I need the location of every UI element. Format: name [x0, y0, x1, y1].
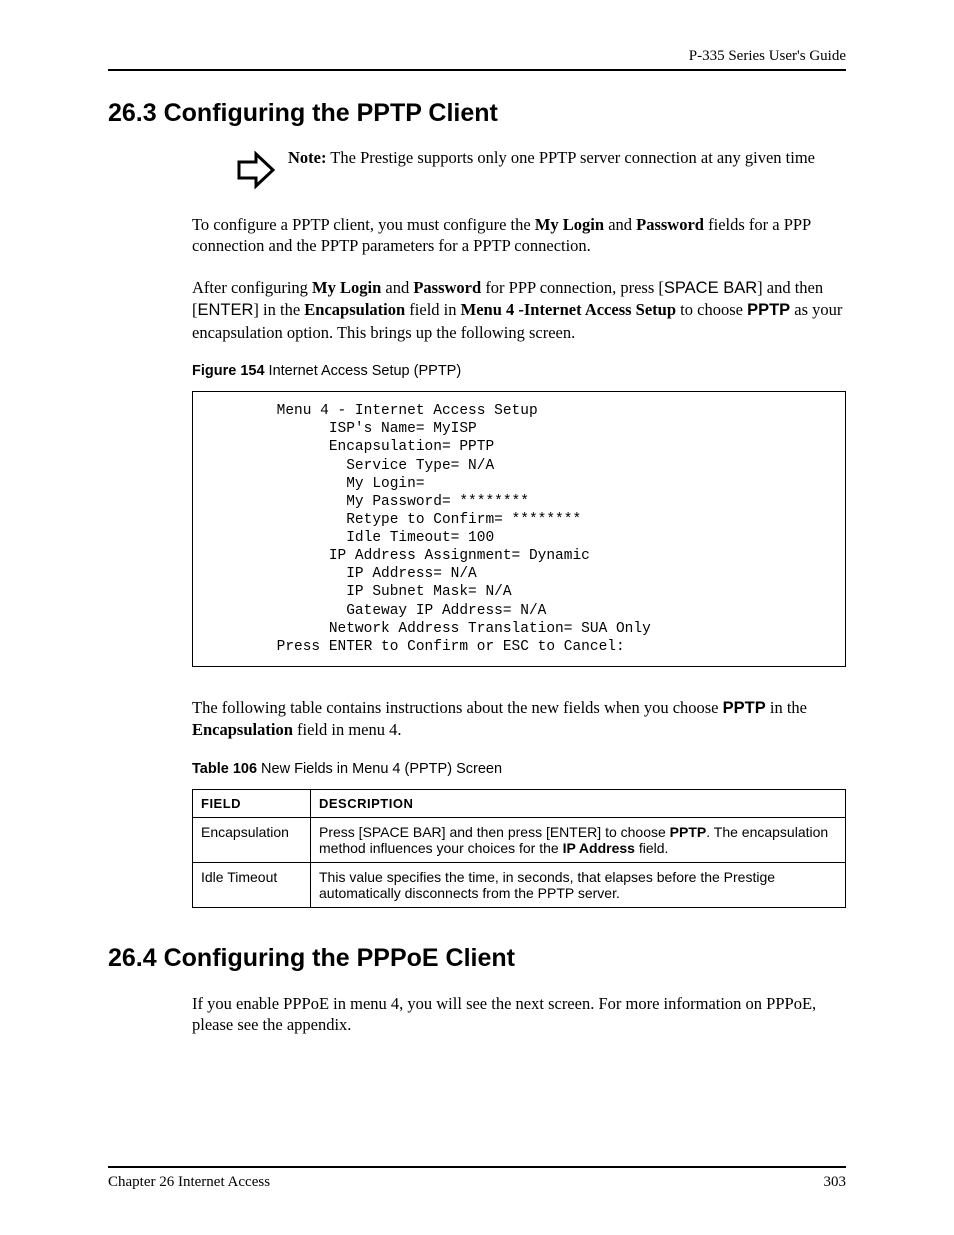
table-head-row: FIELD DESCRIPTION [193, 789, 846, 817]
para-config-pptp-2: After configuring My Login and Password … [192, 277, 846, 343]
keycap: SPACE BAR [664, 279, 757, 297]
footer-rule [108, 1166, 846, 1168]
menu-4-pptp-screen: Menu 4 - Internet Access Setup ISP's Nam… [192, 391, 846, 667]
cell-description: Press [SPACE BAR] and then press [ENTER]… [311, 817, 846, 862]
bold: Password [636, 215, 704, 234]
text: and [381, 278, 413, 297]
bold: PPTP [670, 824, 707, 840]
text: field in menu 4. [293, 720, 402, 739]
cell-field: Encapsulation [193, 817, 311, 862]
bold: Password [413, 278, 481, 297]
table-number: Table 106 [192, 761, 257, 777]
bold: My Login [312, 278, 381, 297]
text: After configuring [192, 278, 312, 297]
page-footer: Chapter 26 Internet Access 303 [108, 1166, 846, 1191]
text: To configure a PPTP client, you must con… [192, 215, 535, 234]
para-pppoe-intro: If you enable PPPoE in menu 4, you will … [192, 993, 846, 1036]
bold: Menu 4 -Internet Access Setup [461, 300, 676, 319]
note-body: The Prestige supports only one PPTP serv… [326, 148, 815, 167]
bold: Encapsulation [304, 300, 405, 319]
figure-caption: Internet Access Setup (PPTP) [265, 363, 462, 379]
bold: PPTP [723, 699, 766, 717]
text: The following table contains instruction… [192, 698, 723, 717]
header-rule [108, 69, 846, 71]
figure-154-label: Figure 154 Internet Access Setup (PPTP) [192, 363, 846, 379]
note-text: Note: The Prestige supports only one PPT… [288, 148, 815, 169]
footer-chapter: Chapter 26 Internet Access [108, 1174, 270, 1191]
table-106-label: Table 106 New Fields in Menu 4 (PPTP) Sc… [192, 761, 846, 777]
text: field in [405, 300, 460, 319]
th-description: DESCRIPTION [311, 789, 846, 817]
bold: My Login [535, 215, 604, 234]
text: to choose [676, 300, 747, 319]
para-config-pptp-1: To configure a PPTP client, you must con… [192, 214, 846, 257]
para-table-intro: The following table contains instruction… [192, 697, 846, 741]
header-guide-title: P-335 Series User's Guide [108, 48, 846, 65]
footer-page-number: 303 [824, 1174, 847, 1191]
bold: PPTP [747, 301, 790, 319]
table-row: Encapsulation Press [SPACE BAR] and then… [193, 817, 846, 862]
section-26-4-title: 26.4 Configuring the PPPoE Client [108, 944, 846, 973]
text: Press [SPACE BAR] and then press [ENTER]… [319, 824, 670, 840]
bold: IP Address [563, 840, 635, 856]
text: ] in the [253, 300, 304, 319]
keycap: ENTER [198, 301, 254, 319]
th-field: FIELD [193, 789, 311, 817]
table-106: FIELD DESCRIPTION Encapsulation Press [S… [192, 789, 846, 908]
text: in the [766, 698, 807, 717]
cell-field: Idle Timeout [193, 862, 311, 907]
note-arrow-icon [236, 150, 276, 190]
bold: Encapsulation [192, 720, 293, 739]
note-bold-prefix: Note: [288, 148, 326, 167]
table-caption: New Fields in Menu 4 (PPTP) Screen [257, 761, 502, 777]
text: for PPP connection, press [ [481, 278, 664, 297]
section-26-3-title: 26.3 Configuring the PPTP Client [108, 99, 846, 128]
cell-description: This value specifies the time, in second… [311, 862, 846, 907]
note-block: Note: The Prestige supports only one PPT… [236, 148, 846, 190]
text: field. [635, 840, 668, 856]
text: and [604, 215, 636, 234]
table-row: Idle Timeout This value specifies the ti… [193, 862, 846, 907]
figure-number: Figure 154 [192, 363, 265, 379]
